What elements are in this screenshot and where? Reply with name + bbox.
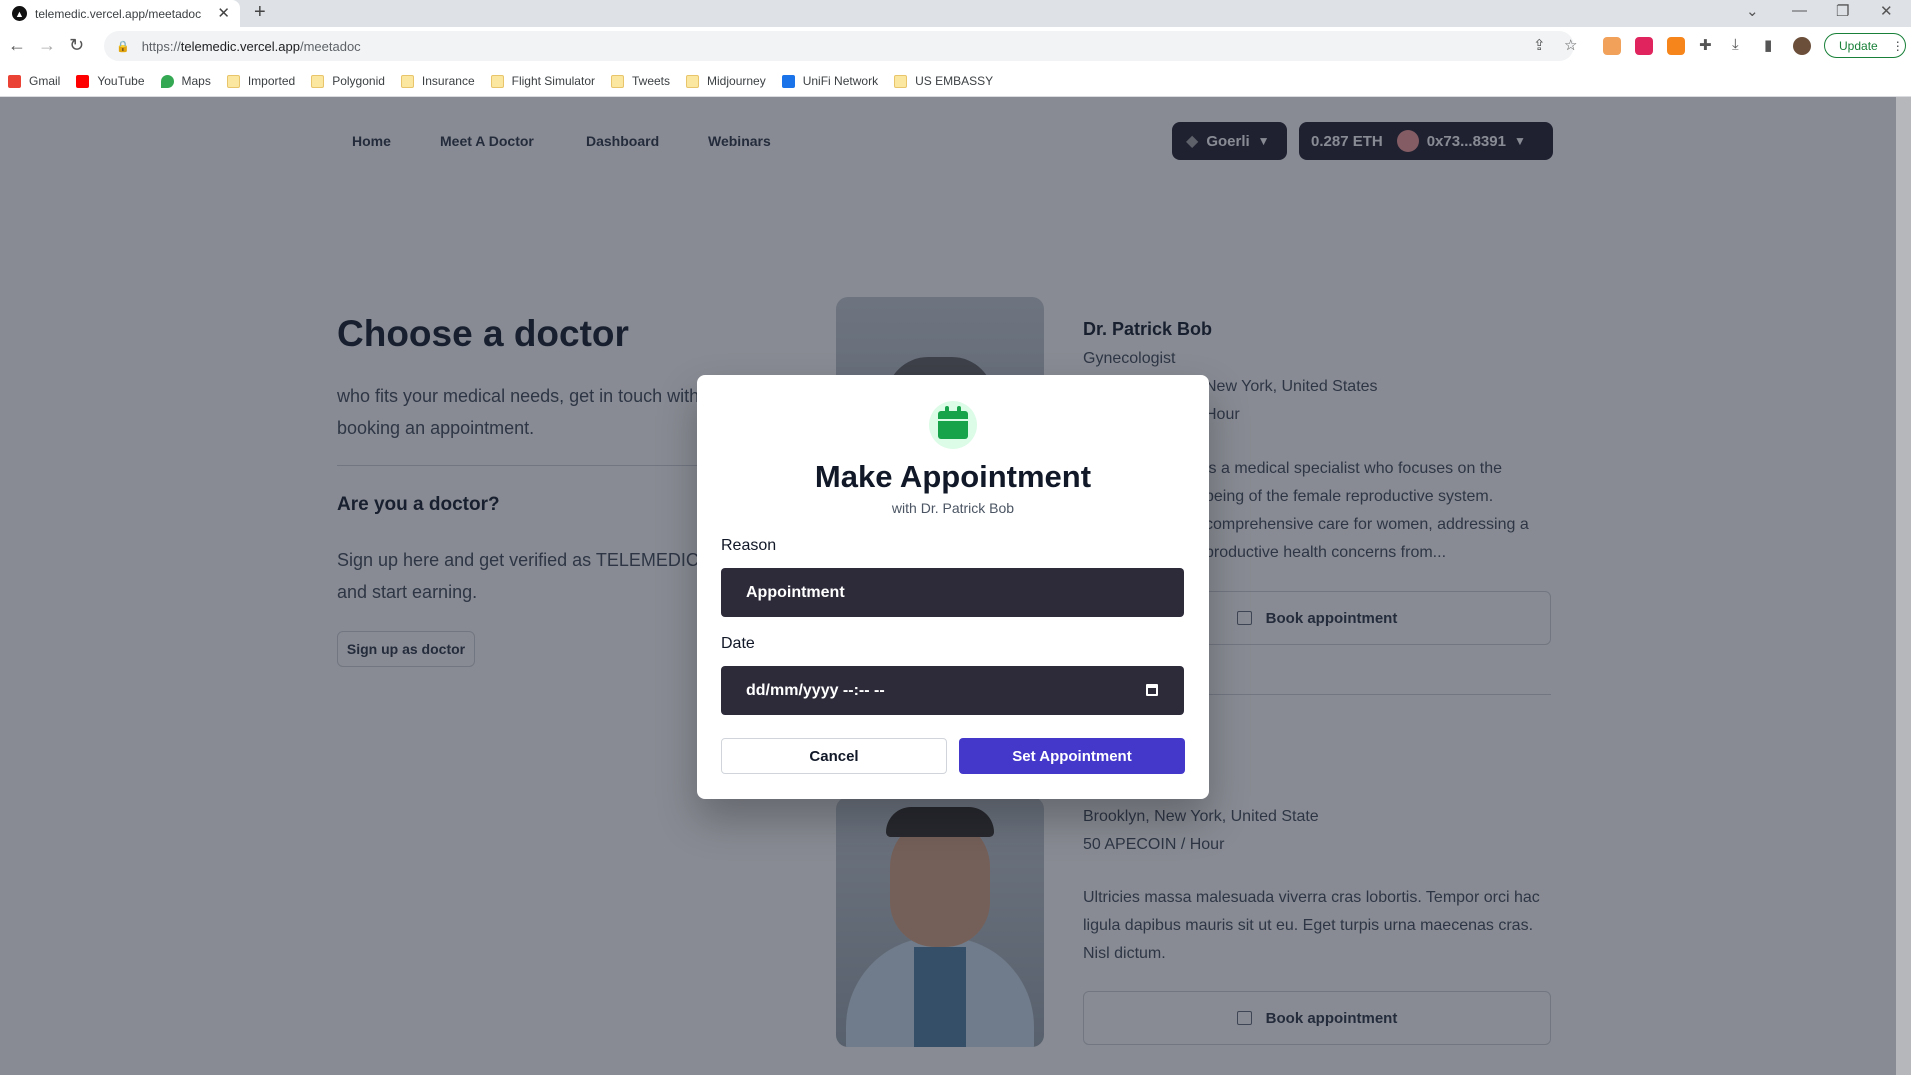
bookmark-youtube[interactable]: YouTube: [76, 74, 145, 88]
browser-toolbar: ← → ↻ 🔒 https://telemedic.vercel.app/mee…: [0, 27, 1911, 66]
folder-icon: [611, 74, 624, 88]
folder-icon: [400, 74, 414, 88]
bookmark-unifi[interactable]: UniFi Network: [781, 74, 879, 88]
bookmark-label: YouTube: [97, 74, 145, 88]
bookmark-insurance[interactable]: Insurance: [400, 74, 475, 88]
folder-icon: [226, 74, 240, 88]
new-tab-icon[interactable]: +: [254, 1, 266, 24]
bookmark-maps[interactable]: Maps: [160, 74, 211, 88]
bookmark-flight-simulator[interactable]: Flight Simulator: [490, 74, 595, 88]
folder-icon: [311, 74, 325, 88]
calendar-icon: [929, 401, 977, 449]
bookmark-gmail[interactable]: Gmail: [8, 74, 60, 88]
folder-icon: [894, 74, 908, 88]
download-icon[interactable]: ⤓: [1732, 36, 1739, 53]
cancel-button[interactable]: Cancel: [721, 738, 947, 774]
bookmark-label: Insurance: [421, 74, 475, 88]
tab-search-icon[interactable]: ⌄: [1746, 2, 1759, 20]
date-label: Date: [721, 635, 755, 652]
minimize-icon[interactable]: —: [1792, 2, 1807, 19]
tab-title: telemedic.vercel.app/meetadoc: [35, 6, 202, 21]
update-button[interactable]: Update ⋮: [1824, 33, 1906, 58]
set-appointment-button[interactable]: Set Appointment: [959, 738, 1185, 774]
unifi-icon: [781, 74, 795, 88]
reload-icon[interactable]: ↻: [69, 35, 84, 56]
url-host: telemedic.vercel.app: [180, 38, 300, 54]
page-scrollbar[interactable]: [1896, 97, 1911, 1075]
share-icon[interactable]: ⇪: [1533, 36, 1546, 54]
browser-tabstrip: ▲ telemedic.vercel.app/meetadoc ✕ + ⌄ — …: [0, 0, 1911, 27]
profile-avatar[interactable]: [1793, 37, 1811, 55]
bookmark-imported[interactable]: Imported: [226, 74, 296, 88]
bookmarks-bar: Gmail YouTube Maps Imported Polygonid In…: [0, 66, 1911, 97]
gmail-icon: [8, 74, 21, 88]
bookmark-label: Maps: [181, 74, 211, 88]
date-placeholder: dd/mm/yyyy --:-- --: [746, 681, 885, 699]
folder-icon: [686, 74, 700, 88]
reason-label: Reason: [721, 537, 777, 554]
extension-p-icon[interactable]: [1635, 37, 1653, 55]
restore-icon[interactable]: ❐: [1836, 2, 1849, 20]
lock-icon: 🔒: [116, 40, 130, 53]
back-icon[interactable]: ←: [8, 35, 26, 56]
url-scheme: https://: [141, 38, 181, 54]
bookmark-label: Imported: [247, 74, 296, 88]
more-menu-icon[interactable]: ⋮: [1892, 39, 1904, 53]
bookmark-star-icon[interactable]: ☆: [1564, 36, 1577, 54]
appointment-dialog: Make Appointment with Dr. Patrick Bob Re…: [697, 375, 1209, 799]
reason-value: Appointment: [746, 583, 845, 601]
date-field[interactable]: dd/mm/yyyy --:-- --: [721, 666, 1184, 715]
url-path: /meetadoc: [299, 38, 361, 54]
bookmark-label: Polygonid: [332, 74, 385, 88]
metamask-fox-icon[interactable]: [1667, 37, 1685, 55]
folder-icon: [490, 74, 504, 88]
bookmark-midjourney[interactable]: Midjourney: [686, 74, 766, 88]
bookmark-us-embassy[interactable]: US EMBASSY: [894, 74, 993, 88]
reason-field[interactable]: Appointment: [721, 568, 1184, 617]
tab-close-icon[interactable]: ✕: [217, 4, 230, 22]
bookmark-label: US EMBASSY: [915, 74, 994, 88]
extension-avatar-icon[interactable]: [1603, 37, 1621, 55]
extensions-puzzle-icon[interactable]: ✚: [1699, 36, 1712, 54]
window-close-icon[interactable]: ✕: [1880, 2, 1893, 20]
bookmark-label: Tweets: [632, 74, 671, 88]
update-label: Update: [1839, 38, 1878, 53]
address-bar[interactable]: 🔒 https://telemedic.vercel.app/meetadoc: [104, 31, 1574, 61]
browser-tab[interactable]: ▲ telemedic.vercel.app/meetadoc ✕: [0, 0, 240, 27]
site-favicon-icon: ▲: [12, 6, 27, 21]
side-panel-icon[interactable]: ▮: [1764, 36, 1772, 54]
bookmark-tweets[interactable]: Tweets: [611, 74, 670, 88]
forward-icon[interactable]: →: [38, 35, 56, 56]
youtube-icon: [76, 74, 90, 88]
bookmark-label: Gmail: [29, 74, 61, 88]
maps-pin-icon: [160, 74, 174, 88]
dialog-title: Make Appointment: [814, 459, 1092, 494]
bookmark-label: Midjourney: [707, 74, 766, 88]
bookmark-label: UniFi Network: [802, 74, 879, 88]
bookmark-label: Flight Simulator: [511, 74, 595, 88]
dialog-subtitle: with Dr. Patrick Bob: [891, 500, 1015, 516]
calendar-picker-icon[interactable]: [1146, 684, 1158, 696]
bookmark-polygonid[interactable]: Polygonid: [311, 74, 385, 88]
